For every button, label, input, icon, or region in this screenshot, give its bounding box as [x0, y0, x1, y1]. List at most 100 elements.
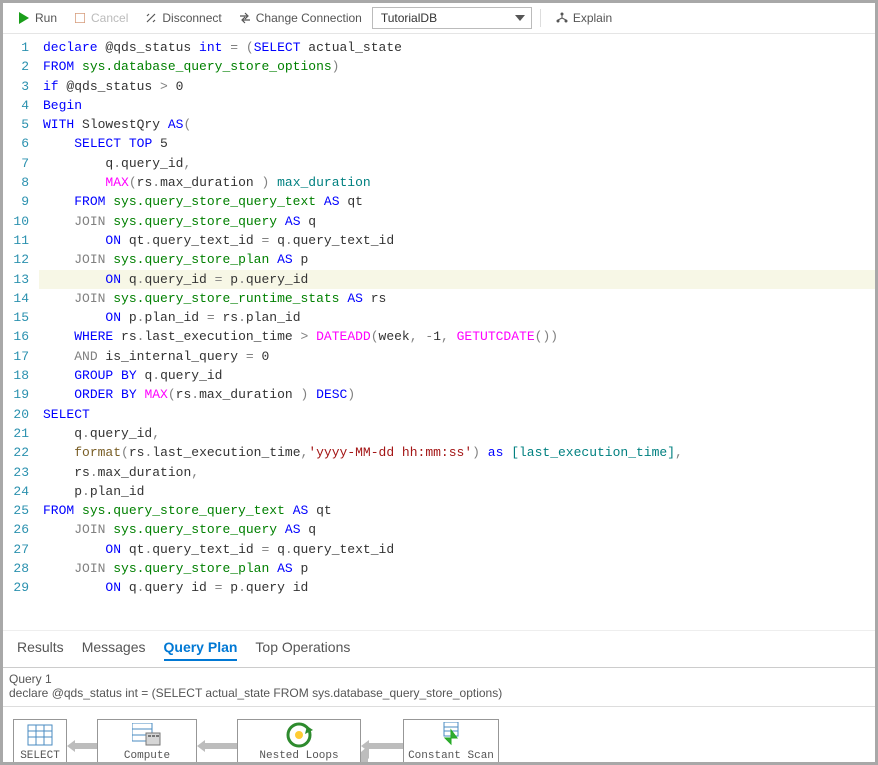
line-number: 7 [9, 154, 29, 173]
code-line[interactable]: SELECT TOP 5 [39, 134, 875, 153]
code-line[interactable]: ON q.query_id = p.query_id [39, 270, 875, 289]
line-number: 1 [9, 38, 29, 57]
explain-label: Explain [573, 11, 612, 25]
line-number: 17 [9, 347, 29, 366]
code-line[interactable]: q.query_id, [39, 154, 875, 173]
code-line[interactable]: ON qt.query_text_id = q.query_text_id [39, 231, 875, 250]
plan-header: Query 1 declare @qds_status int = (SELEC… [3, 668, 875, 707]
code-line[interactable]: GROUP BY q.query_id [39, 366, 875, 385]
explain-icon [555, 11, 569, 25]
play-icon [17, 11, 31, 25]
code-line[interactable]: ON p.plan_id = rs.plan_id [39, 308, 875, 327]
code-line[interactable]: FROM sys.database_query_store_options) [39, 57, 875, 76]
plan-arrow [197, 740, 237, 752]
code-line[interactable]: WHERE rs.last_execution_time > DATEADD(w… [39, 327, 875, 346]
stop-icon [73, 11, 87, 25]
cancel-button: Cancel [67, 9, 134, 27]
cancel-label: Cancel [91, 11, 128, 25]
code-line[interactable]: ON qt.query_text_id = q.query_text_id [39, 540, 875, 559]
line-number: 4 [9, 96, 29, 115]
sql-editor[interactable]: 1234567891011121314151617181920212223242… [3, 34, 875, 630]
node-label: Nested Loops [259, 750, 338, 762]
tab-messages[interactable]: Messages [82, 639, 146, 661]
line-number: 29 [9, 578, 29, 597]
line-number: 23 [9, 463, 29, 482]
line-number: 5 [9, 115, 29, 134]
code-line[interactable]: rs.max_duration, [39, 463, 875, 482]
line-number: 11 [9, 231, 29, 250]
code-line[interactable]: Begin [39, 96, 875, 115]
plan-node-select[interactable]: SELECT [13, 719, 67, 762]
plan-query-label: Query 1 [9, 672, 869, 686]
code-line[interactable]: MAX(rs.max_duration ) max_duration [39, 173, 875, 192]
code-line[interactable]: WITH SlowestQry AS( [39, 115, 875, 134]
database-select[interactable]: TutorialDB [372, 7, 532, 29]
line-number: 13 [9, 270, 29, 289]
line-number: 3 [9, 77, 29, 96]
code-line[interactable]: ORDER BY MAX(rs.max_duration ) DESC) [39, 385, 875, 404]
line-number: 25 [9, 501, 29, 520]
line-number: 15 [9, 308, 29, 327]
line-number: 16 [9, 327, 29, 346]
run-button[interactable]: Run [11, 9, 63, 27]
select-icon [26, 722, 54, 748]
plan-canvas[interactable]: SELECT Compute Scalar Cost: 0% Nested Lo… [3, 707, 875, 762]
line-number: 20 [9, 405, 29, 424]
code-line[interactable]: ON q.query id = p.query id [39, 578, 875, 597]
database-selected-value: TutorialDB [381, 11, 437, 25]
line-number: 6 [9, 134, 29, 153]
line-number: 26 [9, 520, 29, 539]
change-connection-icon [238, 11, 252, 25]
line-number: 10 [9, 212, 29, 231]
nested-loops-icon [285, 722, 313, 748]
constant-scan-icon [440, 722, 462, 748]
code-line[interactable]: JOIN sys.query_store_query AS q [39, 212, 875, 231]
disconnect-button[interactable]: Disconnect [138, 9, 227, 27]
code-area[interactable]: declare @qds_status int = (SELECT actual… [39, 34, 875, 630]
change-connection-button[interactable]: Change Connection [232, 9, 368, 27]
line-number: 27 [9, 540, 29, 559]
line-number: 18 [9, 366, 29, 385]
line-number-gutter: 1234567891011121314151617181920212223242… [3, 34, 39, 630]
node-label: Compute Scalar [102, 750, 192, 762]
line-number: 21 [9, 424, 29, 443]
code-line[interactable]: SELECT [39, 405, 875, 424]
disconnect-icon [144, 11, 158, 25]
plan-arrow [67, 740, 97, 752]
run-label: Run [35, 11, 57, 25]
explain-button[interactable]: Explain [549, 9, 618, 27]
query-plan-panel: Query 1 declare @qds_status int = (SELEC… [3, 667, 875, 762]
line-number: 22 [9, 443, 29, 462]
code-line[interactable]: FROM sys.query_store_query_text AS qt [39, 192, 875, 211]
line-number: 8 [9, 173, 29, 192]
node-label: Constant Scan [408, 750, 494, 762]
plan-node-nested-loops[interactable]: Nested Loops (Left Outer Join) Cost: 0% [237, 719, 361, 762]
line-number: 19 [9, 385, 29, 404]
code-line[interactable]: AND is_internal_query = 0 [39, 347, 875, 366]
tab-results[interactable]: Results [17, 639, 64, 661]
compute-scalar-icon [132, 722, 162, 748]
plan-node-compute-scalar[interactable]: Compute Scalar Cost: 0% [97, 719, 197, 762]
code-line[interactable]: if @qds_status > 0 [39, 77, 875, 96]
line-number: 28 [9, 559, 29, 578]
code-line[interactable]: JOIN sys.query_store_runtime_stats AS rs [39, 289, 875, 308]
line-number: 24 [9, 482, 29, 501]
code-line[interactable]: q.query_id, [39, 424, 875, 443]
code-line[interactable]: JOIN sys.query_store_plan AS p [39, 250, 875, 269]
plan-arrow [361, 749, 403, 762]
plan-node-constant-scan[interactable]: Constant Scan Cost: 0% [403, 719, 499, 762]
result-tabs: Results Messages Query Plan Top Operatio… [3, 630, 875, 667]
code-line[interactable]: JOIN sys.query_store_plan AS p [39, 559, 875, 578]
code-line[interactable]: declare @qds_status int = (SELECT actual… [39, 38, 875, 57]
code-line[interactable]: format(rs.last_execution_time,'yyyy-MM-d… [39, 443, 875, 462]
code-line[interactable]: p.plan_id [39, 482, 875, 501]
toolbar-separator [540, 9, 541, 27]
disconnect-label: Disconnect [162, 11, 221, 25]
code-line[interactable]: FROM sys.query_store_query_text AS qt [39, 501, 875, 520]
code-line[interactable]: JOIN sys.query_store_query AS q [39, 520, 875, 539]
tab-top-operations[interactable]: Top Operations [255, 639, 350, 661]
node-label: SELECT [20, 750, 60, 762]
tab-query-plan[interactable]: Query Plan [164, 639, 238, 661]
chevron-down-icon [515, 15, 525, 21]
line-number: 12 [9, 250, 29, 269]
